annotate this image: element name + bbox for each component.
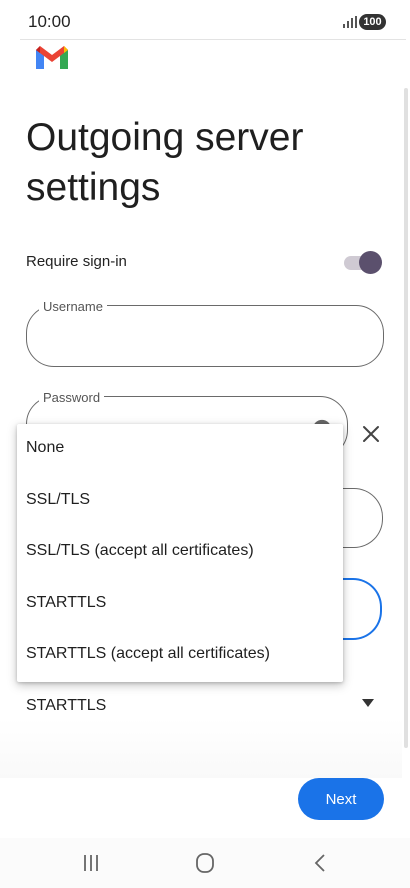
password-label: Password bbox=[39, 390, 105, 405]
battery-indicator: 100 bbox=[359, 14, 386, 30]
bottom-fade bbox=[0, 718, 402, 778]
page-title: Outgoing server settings bbox=[26, 116, 304, 209]
username-field[interactable] bbox=[26, 305, 384, 367]
status-bar: 10:00 100 bbox=[0, 0, 410, 38]
navigation-bar bbox=[0, 838, 410, 888]
require-sign-in-toggle[interactable] bbox=[344, 251, 382, 275]
dropdown-option-ssl-tls[interactable]: SSL/TLS bbox=[17, 476, 343, 528]
status-divider bbox=[20, 39, 406, 40]
back-icon[interactable] bbox=[307, 852, 333, 874]
home-icon[interactable] bbox=[192, 852, 218, 874]
signal-icon bbox=[343, 16, 357, 28]
dropdown-arrow-icon bbox=[362, 699, 374, 707]
dropdown-option-label: None bbox=[26, 439, 65, 456]
security-type-value: STARTTLS bbox=[26, 697, 107, 714]
dropdown-option-label: STARTTLS bbox=[26, 594, 107, 611]
dropdown-option-starttls-accept-all[interactable]: STARTTLS (accept all certificates) bbox=[17, 630, 343, 682]
scrollbar[interactable] bbox=[404, 88, 408, 748]
clear-icon[interactable] bbox=[361, 424, 381, 444]
dropdown-option-label: STARTTLS (accept all certificates) bbox=[26, 645, 270, 662]
username-label: Username bbox=[39, 299, 107, 314]
recent-apps-icon[interactable] bbox=[78, 852, 104, 874]
next-button[interactable]: Next bbox=[298, 778, 384, 820]
gmail-logo-icon bbox=[36, 46, 68, 69]
dropdown-option-label: SSL/TLS (accept all certificates) bbox=[26, 542, 254, 559]
dropdown-option-none[interactable]: None bbox=[17, 424, 343, 476]
dropdown-option-label: SSL/TLS bbox=[26, 491, 91, 508]
require-sign-in-label: Require sign-in bbox=[26, 253, 127, 270]
security-dropdown-menu: None SSL/TLS SSL/TLS (accept all certifi… bbox=[17, 424, 343, 682]
dropdown-option-ssl-tls-accept-all[interactable]: SSL/TLS (accept all certificates) bbox=[17, 527, 343, 579]
toggle-thumb bbox=[359, 251, 382, 274]
dropdown-option-starttls[interactable]: STARTTLS bbox=[17, 579, 343, 631]
status-time: 10:00 bbox=[28, 12, 71, 31]
